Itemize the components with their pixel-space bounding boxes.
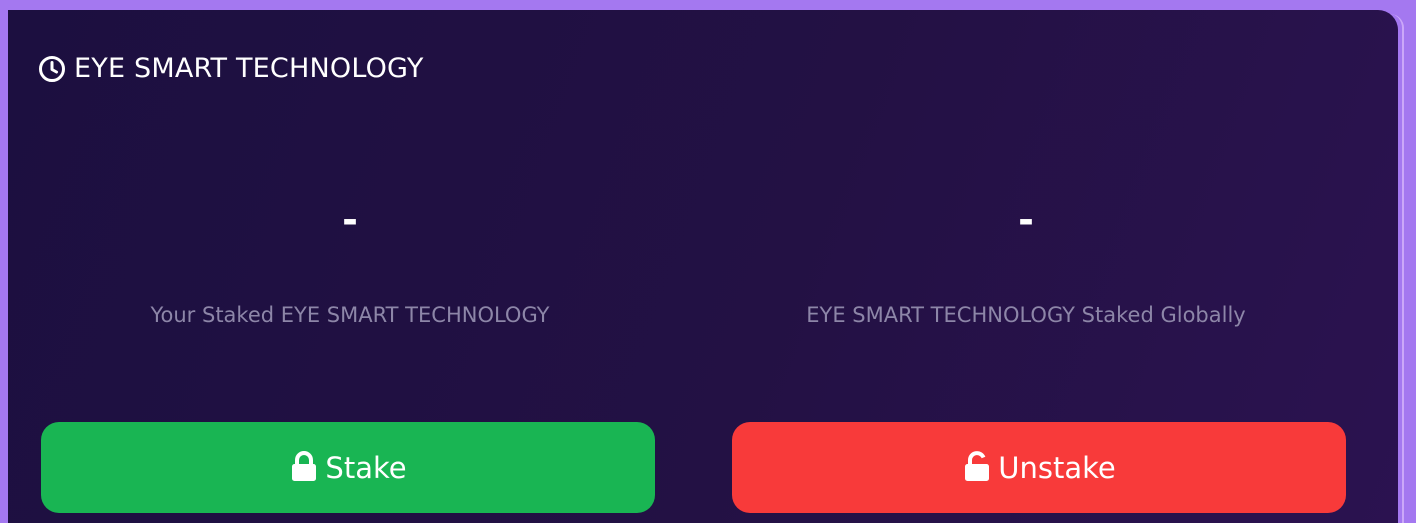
clock-icon (38, 55, 66, 83)
staking-card: EYE SMART TECHNOLOGY - Your Staked EYE S… (8, 10, 1404, 523)
global-staked-label: EYE SMART TECHNOLOGY Staked Globally (806, 303, 1246, 327)
unlock-icon (962, 450, 992, 482)
unstake-button-label: Unstake (998, 450, 1116, 485)
your-staked-value: - (342, 198, 358, 242)
your-staked-label: Your Staked EYE SMART TECHNOLOGY (150, 303, 550, 327)
stake-button[interactable]: Stake (41, 422, 655, 513)
card-title: EYE SMART TECHNOLOGY (74, 53, 424, 84)
unstake-button[interactable]: Unstake (732, 422, 1346, 513)
your-staked-stat: - Your Staked EYE SMART TECHNOLOGY (30, 190, 670, 327)
global-staked-value: - (1018, 198, 1034, 242)
card-header: EYE SMART TECHNOLOGY (38, 53, 424, 84)
lock-icon (289, 450, 319, 482)
stake-button-label: Stake (325, 450, 407, 485)
global-staked-stat: - EYE SMART TECHNOLOGY Staked Globally (706, 190, 1346, 327)
